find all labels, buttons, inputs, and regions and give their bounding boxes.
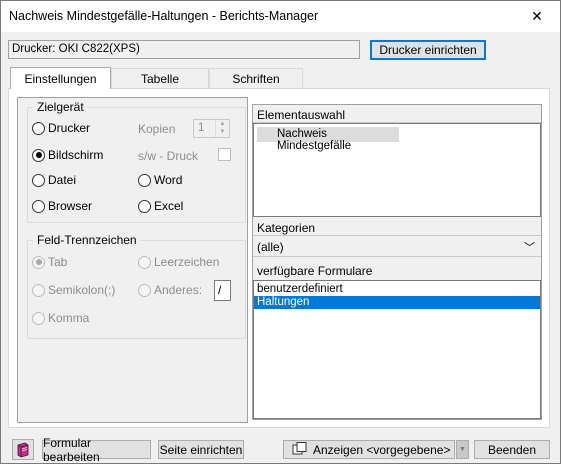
show-button-label: Anzeigen <vorgegebene> [313, 442, 451, 457]
forms-header: verfügbare Formulare [257, 264, 373, 278]
categories-header: Kategorien [253, 219, 541, 236]
list-item[interactable]: benutzerdefiniert [254, 283, 540, 296]
radio-datei-label: Datei [48, 173, 77, 187]
copies-spin-buttons[interactable]: ▲ ▼ [215, 120, 229, 137]
radio-circle[interactable] [138, 173, 151, 187]
categories-selected: (alle) [257, 240, 284, 254]
radio-drucker[interactable]: Drucker [32, 121, 90, 135]
spin-down-icon[interactable]: ▼ [216, 128, 229, 136]
radio-circle[interactable] [32, 283, 45, 297]
radio-circle[interactable] [138, 255, 151, 269]
close-button[interactable]: Beenden [474, 440, 550, 459]
copies-stepper[interactable]: 1 ▲ ▼ [193, 119, 230, 138]
radio-circle[interactable] [32, 148, 45, 162]
radio-circle[interactable] [32, 173, 45, 187]
copies-value: 1 [198, 122, 205, 134]
radio-circle[interactable] [32, 199, 45, 213]
close-icon[interactable]: ✕ [514, 1, 560, 32]
radio-komma-label: Komma [48, 311, 90, 325]
radio-excel-label: Excel [154, 199, 184, 213]
bw-print-label: s/w - Druck [138, 149, 198, 163]
tab-schriften[interactable]: Schriften [209, 68, 303, 88]
radio-circle[interactable] [32, 311, 45, 325]
radio-leerzeichen[interactable]: Leerzeichen [138, 255, 219, 269]
other-separator-input[interactable]: / [214, 280, 231, 301]
radio-browser[interactable]: Browser [32, 199, 92, 213]
radio-leerzeichen-label: Leerzeichen [154, 255, 220, 269]
title-bar: Nachweis Mindestgefälle-Haltungen - Beri… [1, 1, 560, 32]
tab-tabelle[interactable]: Tabelle [111, 68, 209, 88]
radio-excel[interactable]: Excel [138, 199, 183, 213]
dropdown-arrow-icon[interactable]: ▼ [456, 440, 469, 459]
radio-tab[interactable]: Tab [32, 255, 67, 269]
radio-circle[interactable] [32, 121, 45, 135]
target-device-title: Zielgerät [34, 100, 87, 114]
bw-print-checkbox[interactable] [218, 148, 231, 161]
printer-field: Drucker: OKI C822(XPS) [8, 40, 360, 59]
radio-bildschirm[interactable]: Bildschirm [32, 148, 103, 162]
radio-komma[interactable]: Komma [32, 311, 89, 325]
radio-semikolon-label: Semikolon(;) [48, 283, 116, 297]
show-button[interactable]: Anzeigen <vorgegebene> [283, 440, 455, 459]
radio-circle[interactable] [138, 283, 151, 297]
page-setup-button[interactable]: Seite einrichten [158, 440, 244, 459]
copies-label: Kopien [138, 122, 176, 136]
radio-circle[interactable] [138, 199, 151, 213]
radio-word[interactable]: Word [138, 173, 182, 187]
radio-anderes-label: Anderes: [154, 283, 203, 297]
radio-datei[interactable]: Datei [32, 173, 76, 187]
book-icon[interactable] [12, 439, 34, 460]
forms-list[interactable]: benutzerdefiniert Haltungen [253, 280, 541, 419]
radio-bildschirm-label: Bildschirm [48, 148, 104, 162]
preview-icon [292, 441, 308, 458]
radio-anderes[interactable]: Anderes: [138, 283, 202, 297]
field-separator-title: Feld-Trennzeichen [34, 233, 140, 247]
chevron-down-icon[interactable]: ﹀ [524, 239, 535, 255]
radio-word-label: Word [154, 173, 183, 187]
radio-circle[interactable] [32, 255, 45, 269]
element-list-item[interactable]: Nachweis Mindestgefälle [257, 127, 399, 152]
window-title: Nachweis Mindestgefälle-Haltungen - Beri… [9, 9, 319, 23]
edit-form-button[interactable]: Formular bearbeiten [42, 436, 151, 464]
radio-browser-label: Browser [48, 199, 93, 213]
printer-setup-button[interactable]: Drucker einrichten [370, 40, 486, 60]
radio-drucker-label: Drucker [48, 121, 91, 135]
spin-up-icon[interactable]: ▲ [216, 120, 229, 128]
element-list[interactable]: Nachweis Mindestgefälle [253, 123, 541, 217]
tab-einstellungen[interactable]: Einstellungen [10, 67, 111, 89]
element-selection-header: Elementauswahl [253, 106, 541, 123]
report-manager-window: Nachweis Mindestgefälle-Haltungen - Beri… [0, 0, 561, 464]
radio-tab-label: Tab [48, 255, 68, 269]
list-item[interactable]: Haltungen [254, 296, 540, 309]
categories-dropdown[interactable]: (alle) ﹀ [253, 237, 541, 257]
radio-semikolon[interactable]: Semikolon(;) [32, 283, 115, 297]
